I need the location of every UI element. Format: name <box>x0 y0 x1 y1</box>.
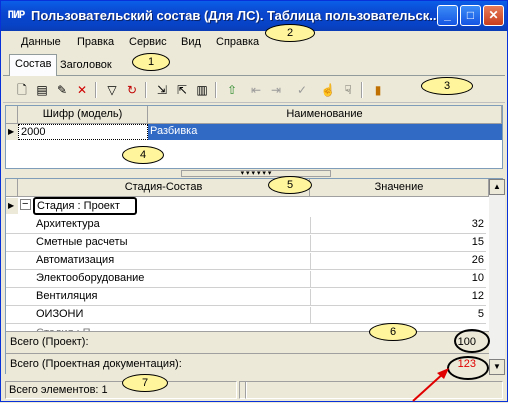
main-window: ПИР Пользовательский состав (Для ЛС). Та… <box>0 0 508 402</box>
red-arrow-icon <box>412 368 449 402</box>
